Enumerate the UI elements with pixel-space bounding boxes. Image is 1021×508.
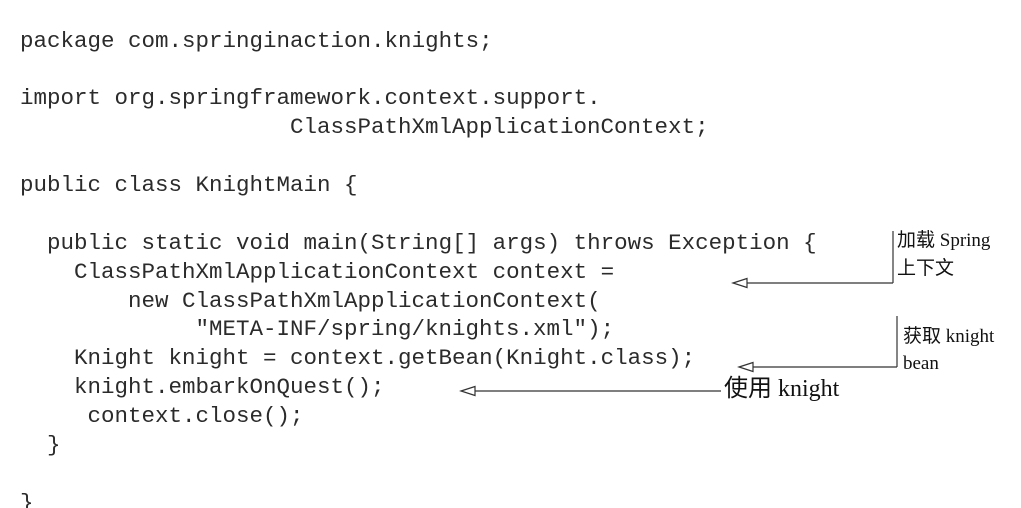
annotation-get-bean-line-2: bean (903, 353, 939, 374)
annotation-load-context-line-1: 加载 Spring (897, 230, 991, 251)
annotation-get-bean-line-1: 获取 knight (903, 326, 995, 347)
arrowhead-load-context (731, 277, 748, 289)
arrowhead-get-bean (737, 361, 754, 373)
arrowhead-use-bean (459, 385, 476, 397)
annotation-connectors (459, 231, 898, 397)
annotation-use-bean: 使用 knight (724, 376, 840, 402)
annotation-load-context-line-2: 上下文 (897, 258, 955, 279)
